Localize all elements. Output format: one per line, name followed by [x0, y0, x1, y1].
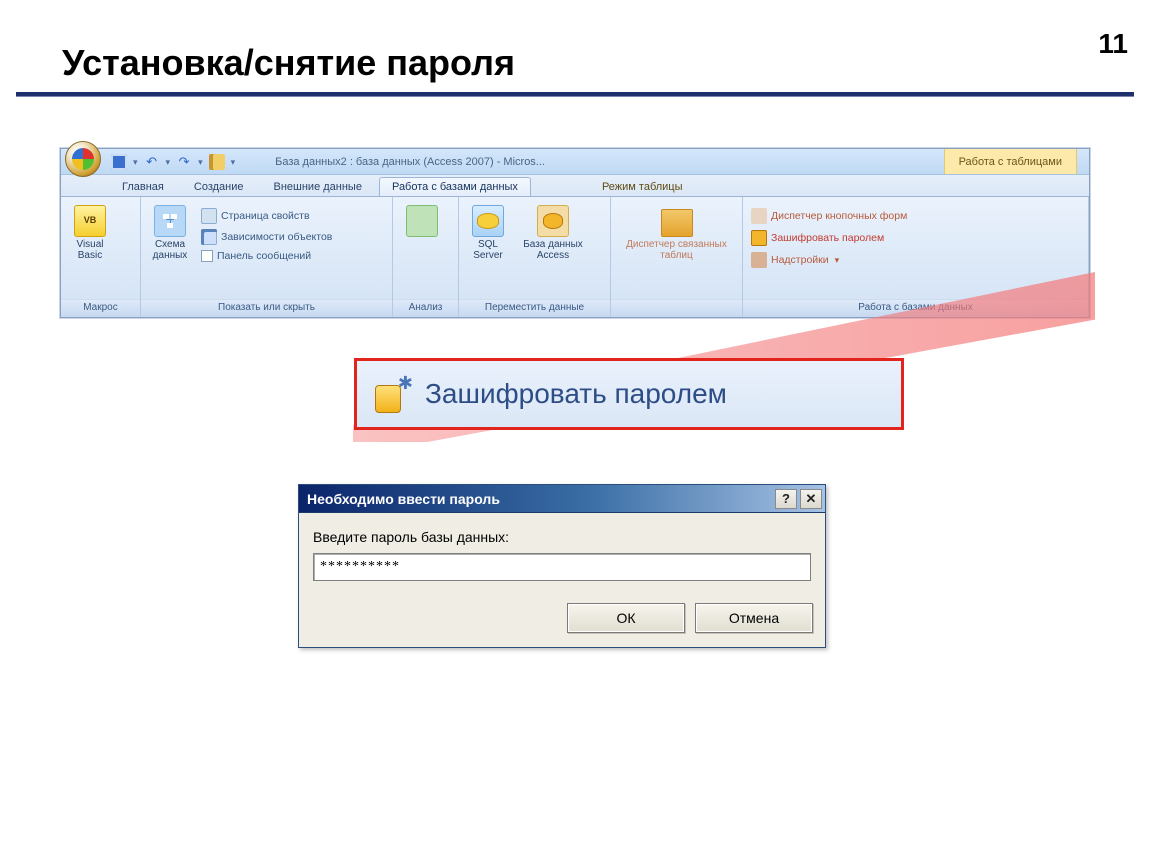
object-dependencies-button[interactable]: Зависимости объектов: [199, 228, 334, 246]
ribbon-group-analyze: Анализ: [393, 197, 459, 317]
ribbon-group-macros: Visual Basic Макрос: [61, 197, 141, 317]
app-titlebar: ▾ ↶ ▾ ↷ ▾ ▾ База данных2 : база данных (…: [61, 149, 1089, 175]
switchboard-manager-button[interactable]: Диспетчер кнопочных форм: [749, 207, 909, 225]
linked-table-manager-label: Диспетчер связанных таблиц: [622, 239, 732, 261]
dialog-titlebar: Необходимо ввести пароль ? ✕: [299, 485, 825, 513]
dropdown-icon[interactable]: ▾: [166, 154, 171, 170]
access-db-icon: [537, 205, 569, 237]
encrypt-with-password-button[interactable]: Зашифровать паролем: [749, 229, 909, 247]
visual-basic-label: Visual Basic: [67, 239, 113, 261]
group-label-macros: Макрос: [61, 299, 140, 317]
encrypt-label: Зашифровать паролем: [771, 232, 884, 244]
slide-number: 11: [1098, 28, 1128, 60]
tab-create[interactable]: Создание: [181, 177, 257, 196]
dropdown-icon: ▾: [835, 255, 840, 266]
tab-datasheet[interactable]: Режим таблицы: [589, 177, 696, 196]
message-bar-toggle[interactable]: Панель сообщений: [199, 249, 334, 263]
encrypt-callout-text: Зашифровать паролем: [425, 378, 727, 410]
linked-table-manager-icon: [661, 205, 693, 237]
relationships-label: Схема данных: [147, 239, 193, 261]
property-sheet-button[interactable]: Страница свойств: [199, 207, 334, 225]
help-button[interactable]: ?: [775, 489, 797, 509]
encrypt-icon: [751, 230, 767, 246]
open-icon[interactable]: [209, 154, 225, 170]
office-button-icon[interactable]: [65, 141, 101, 177]
message-bar-label: Панель сообщений: [217, 250, 311, 262]
ribbon-group-show-hide: Схема данных Страница свойств Зависимост…: [141, 197, 393, 317]
switchboard-icon: [751, 208, 767, 224]
relationships-icon: [154, 205, 186, 237]
password-input[interactable]: [313, 553, 811, 581]
ribbon-group-move-data: SQL Server База данных Access Переместит…: [459, 197, 611, 317]
checkbox-icon: [201, 250, 213, 262]
sql-server-button[interactable]: SQL Server: [465, 201, 511, 261]
tab-database-tools[interactable]: Работа с базами данных: [379, 177, 531, 196]
analyze-icon: [406, 205, 438, 237]
dialog-title: Необходимо ввести пароль: [307, 491, 500, 507]
sql-server-icon: [472, 205, 504, 237]
window-title: База данных2 : база данных (Access 2007)…: [275, 156, 545, 168]
ribbon-group-linked-table-mgr: Диспетчер связанных таблиц: [611, 197, 743, 317]
divider: [16, 96, 1134, 97]
cancel-button[interactable]: Отмена: [695, 603, 813, 633]
dropdown-icon[interactable]: ▾: [133, 154, 138, 170]
visual-basic-button[interactable]: Visual Basic: [67, 201, 113, 261]
access-db-label: База данных Access: [517, 239, 589, 261]
slide-title: Установка/снятие пароля: [62, 42, 515, 84]
password-field-label: Введите пароль базы данных:: [313, 529, 811, 545]
group-label-database-tools: Работа с базами данных: [743, 299, 1088, 317]
password-dialog: Необходимо ввести пароль ? ✕ Введите пар…: [298, 484, 826, 648]
ok-button[interactable]: ОК: [567, 603, 685, 633]
redo-icon[interactable]: ↷: [176, 154, 192, 170]
group-label-analyze: Анализ: [393, 299, 458, 317]
qat-customize-icon[interactable]: ▾: [231, 154, 236, 170]
group-label-move-data: Переместить данные: [459, 299, 610, 317]
addins-icon: [751, 252, 767, 268]
analyze-button[interactable]: [399, 201, 445, 237]
quick-access-toolbar: ▾ ↶ ▾ ↷ ▾ ▾: [111, 154, 235, 170]
relationships-button[interactable]: Схема данных: [147, 201, 193, 261]
property-sheet-icon: [201, 208, 217, 224]
undo-icon[interactable]: ↶: [144, 154, 160, 170]
dependencies-icon: [201, 229, 217, 245]
tab-home[interactable]: Главная: [109, 177, 177, 196]
ribbon-groups: Visual Basic Макрос Схема данных Страниц…: [61, 197, 1089, 317]
switchboard-label: Диспетчер кнопочных форм: [771, 210, 907, 222]
property-sheet-label: Страница свойств: [221, 210, 310, 222]
linked-table-manager-button[interactable]: Диспетчер связанных таблиц: [622, 201, 732, 261]
contextual-tab-group: Работа с таблицами: [944, 149, 1077, 174]
close-button[interactable]: ✕: [800, 489, 822, 509]
group-label-linked: [611, 299, 742, 317]
dropdown-icon[interactable]: ▾: [198, 154, 203, 170]
ribbon-group-database-tools: Диспетчер кнопочных форм Зашифровать пар…: [743, 197, 1089, 317]
ribbon-tabs: Главная Создание Внешние данные Работа с…: [61, 175, 1089, 197]
tab-external-data[interactable]: Внешние данные: [261, 177, 375, 196]
access-db-button[interactable]: База данных Access: [517, 201, 589, 261]
addins-label: Надстройки: [771, 254, 829, 266]
visual-basic-icon: [74, 205, 106, 237]
save-icon[interactable]: [111, 154, 127, 170]
addins-button[interactable]: Надстройки ▾: [749, 251, 909, 269]
access-ribbon-screenshot: ▾ ↶ ▾ ↷ ▾ ▾ База данных2 : база данных (…: [60, 148, 1090, 318]
sql-server-label: SQL Server: [465, 239, 511, 261]
encrypt-database-icon: ✱: [373, 375, 411, 413]
encrypt-callout: ✱ Зашифровать паролем: [354, 358, 904, 430]
group-label-show-hide: Показать или скрыть: [141, 299, 392, 317]
dependencies-label: Зависимости объектов: [221, 231, 332, 243]
